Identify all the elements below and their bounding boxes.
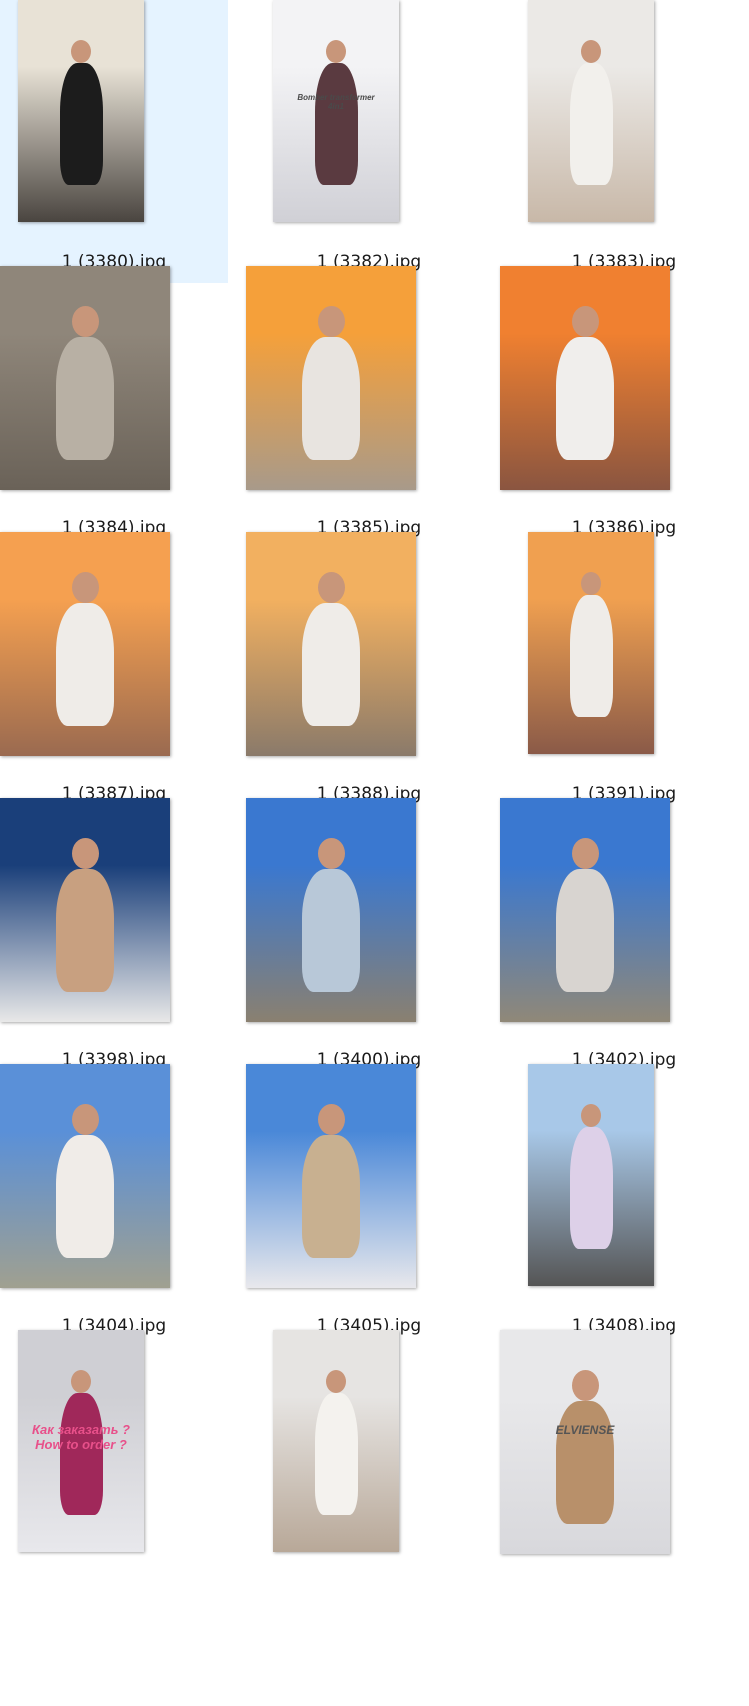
person-head-shape	[318, 838, 345, 869]
person-figure-shape	[302, 1135, 360, 1258]
thumbnail-overlay-text: Bomber transformer 4in1	[273, 93, 399, 111]
image-thumbnail[interactable]	[246, 532, 416, 756]
thumbnail-area	[246, 266, 483, 514]
person-head-shape	[318, 306, 345, 337]
image-thumbnail[interactable]	[246, 1064, 416, 1288]
image-thumbnail[interactable]	[0, 798, 170, 1022]
person-figure-shape	[56, 869, 114, 992]
file-tile[interactable]: 1 (3408).jpg	[510, 1064, 738, 1347]
person-figure-shape	[56, 1135, 114, 1258]
image-thumbnail[interactable]	[528, 532, 654, 754]
person-figure-shape	[556, 869, 614, 992]
file-tile[interactable]: 1 (3404).jpg	[0, 1064, 228, 1347]
person-head-shape	[581, 572, 601, 595]
image-thumbnail[interactable]: Bomber transformer 4in1	[273, 0, 399, 222]
image-thumbnail[interactable]	[0, 1064, 170, 1288]
image-thumbnail[interactable]: ELVIENSE	[500, 1330, 670, 1554]
file-tile[interactable]: 1 (3380).jpg	[0, 0, 228, 283]
file-tile[interactable]: 1 (3402).jpg	[500, 798, 738, 1081]
image-thumbnail[interactable]	[500, 798, 670, 1022]
person-figure-shape	[315, 1393, 358, 1515]
thumbnail-area	[510, 0, 738, 248]
thumbnail-area	[0, 532, 228, 780]
thumbnail-overlay-text: Как заказать ? How to order ?	[18, 1422, 144, 1453]
thumbnail-area	[0, 1064, 228, 1312]
image-thumbnail[interactable]	[246, 798, 416, 1022]
person-figure-shape	[302, 603, 360, 726]
person-head-shape	[326, 1370, 346, 1393]
image-thumbnail[interactable]	[500, 266, 670, 490]
file-tile[interactable]: 1 (3385).jpg	[246, 266, 483, 549]
image-thumbnail[interactable]	[246, 266, 416, 490]
thumbnail-area	[246, 798, 483, 1046]
person-figure-shape	[315, 63, 358, 185]
person-head-shape	[72, 306, 99, 337]
file-tile[interactable]: 1 (3405).jpg	[246, 1064, 483, 1347]
file-tile[interactable]: 1 (3387).jpg	[0, 532, 228, 815]
overlay-line: 4in1	[327, 102, 344, 112]
overlay-line: How to order ?	[35, 1436, 127, 1452]
file-thumbnail-grid: 1 (3380).jpg Bomber transformer 4in1 1 (338…	[0, 0, 749, 1706]
person-head-shape	[318, 1104, 345, 1135]
thumbnail-area	[500, 798, 738, 1046]
image-thumbnail[interactable]	[0, 532, 170, 756]
thumbnail-area	[0, 798, 228, 1046]
person-head-shape	[572, 306, 599, 337]
file-tile[interactable]: 1 (3391).jpg	[510, 532, 738, 815]
thumbnail-area	[510, 1064, 738, 1312]
person-figure-shape	[56, 337, 114, 460]
file-tile[interactable]: 1 (3388).jpg	[246, 532, 483, 815]
person-head-shape	[72, 572, 99, 603]
thumbnail-area	[255, 1330, 483, 1578]
person-head-shape	[72, 838, 99, 869]
thumbnail-area: ELVIENSE	[500, 1330, 738, 1578]
person-figure-shape	[556, 1401, 614, 1524]
thumbnail-area	[246, 1064, 483, 1312]
thumbnail-area: Bomber transformer 4in1	[255, 0, 483, 248]
thumbnail-area	[0, 266, 228, 514]
image-thumbnail[interactable]	[0, 266, 170, 490]
person-figure-shape	[56, 603, 114, 726]
overlay-line: Как заказать ?	[32, 1422, 130, 1437]
person-figure-shape	[302, 337, 360, 460]
person-figure-shape	[556, 337, 614, 460]
thumbnail-area	[500, 266, 738, 514]
person-figure-shape	[60, 1393, 103, 1515]
file-tile[interactable]: Bomber transformer 4in1 1 (3382).jpg	[255, 0, 483, 283]
file-tile[interactable]: 1 (3398).jpg	[0, 798, 228, 1081]
image-thumbnail[interactable]	[528, 0, 654, 222]
person-figure-shape	[60, 63, 103, 185]
person-head-shape	[572, 1370, 599, 1401]
file-tile[interactable]: 1 (3383).jpg	[510, 0, 738, 283]
thumbnail-overlay-text: ELVIENSE	[500, 1423, 670, 1438]
person-figure-shape	[570, 595, 613, 717]
person-head-shape	[71, 40, 91, 63]
overlay-line: ELVIENSE	[555, 1423, 615, 1437]
person-figure-shape	[302, 869, 360, 992]
image-thumbnail[interactable]	[273, 1330, 399, 1552]
person-head-shape	[72, 1104, 99, 1135]
image-thumbnail[interactable]: Как заказать ? How to order ?	[18, 1330, 144, 1552]
thumbnail-area	[510, 532, 738, 780]
file-tile[interactable]: ELVIENSE	[500, 1330, 738, 1613]
person-head-shape	[71, 1370, 91, 1393]
person-head-shape	[581, 40, 601, 63]
person-head-shape	[318, 572, 345, 603]
thumbnail-area	[0, 0, 228, 248]
person-head-shape	[326, 40, 346, 63]
overlay-line: Bomber transformer	[297, 93, 375, 102]
image-thumbnail[interactable]	[528, 1064, 654, 1286]
file-tile[interactable]	[255, 1330, 483, 1613]
person-figure-shape	[570, 63, 613, 185]
thumbnail-area	[246, 532, 483, 780]
file-tile[interactable]: 1 (3400).jpg	[246, 798, 483, 1081]
person-head-shape	[572, 838, 599, 869]
person-head-shape	[581, 1104, 601, 1127]
file-tile[interactable]: 1 (3384).jpg	[0, 266, 228, 549]
image-thumbnail[interactable]	[18, 0, 144, 222]
thumbnail-area: Как заказать ? How to order ?	[0, 1330, 228, 1578]
file-tile[interactable]: Как заказать ? How to order ?	[0, 1330, 228, 1613]
file-tile[interactable]: 1 (3386).jpg	[500, 266, 738, 549]
person-figure-shape	[570, 1127, 613, 1249]
